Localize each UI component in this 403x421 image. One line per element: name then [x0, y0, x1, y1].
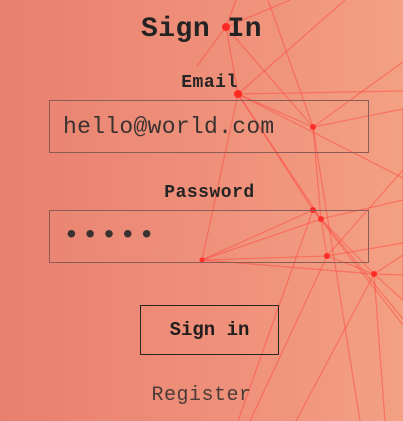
- email-label: Email: [181, 73, 238, 93]
- password-label: Password: [164, 183, 255, 203]
- register-link[interactable]: Register: [0, 384, 403, 407]
- password-field[interactable]: •••••: [49, 210, 369, 263]
- sign-in-button[interactable]: Sign in: [140, 305, 279, 355]
- login-panel: Sign In Email hello@world.com Password •…: [0, 0, 403, 421]
- email-field[interactable]: hello@world.com: [49, 100, 369, 153]
- sign-in-button-label: Sign in: [169, 319, 250, 341]
- page-title: Sign In: [140, 14, 263, 45]
- email-field-value: hello@world.com: [63, 113, 275, 140]
- password-field-value: •••••: [63, 221, 158, 252]
